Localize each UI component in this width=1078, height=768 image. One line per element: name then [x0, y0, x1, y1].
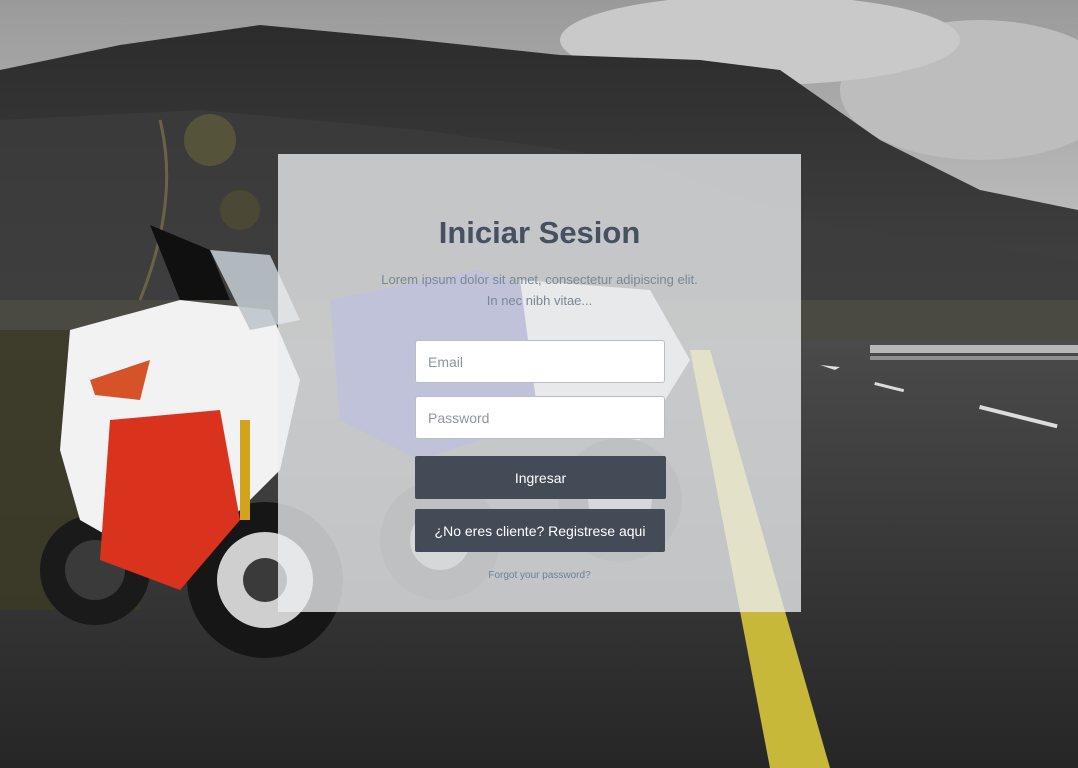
- login-description-line2: In nec nibh vitae...: [486, 293, 593, 308]
- register-button[interactable]: ¿No eres cliente? Registrese aqui: [415, 509, 665, 552]
- password-input[interactable]: [415, 396, 665, 439]
- login-panel: Iniciar Sesion Lorem ipsum dolor sit ame…: [278, 154, 801, 612]
- login-button[interactable]: Ingresar: [415, 456, 666, 499]
- login-description-line1: Lorem ipsum dolor sit amet, consectetur …: [381, 272, 698, 287]
- login-description: Lorem ipsum dolor sit amet, consectetur …: [338, 269, 741, 311]
- email-input[interactable]: [415, 340, 665, 383]
- login-title: Iniciar Sesion: [438, 215, 641, 250]
- forgot-password-link[interactable]: Forgot your password?: [278, 570, 801, 581]
